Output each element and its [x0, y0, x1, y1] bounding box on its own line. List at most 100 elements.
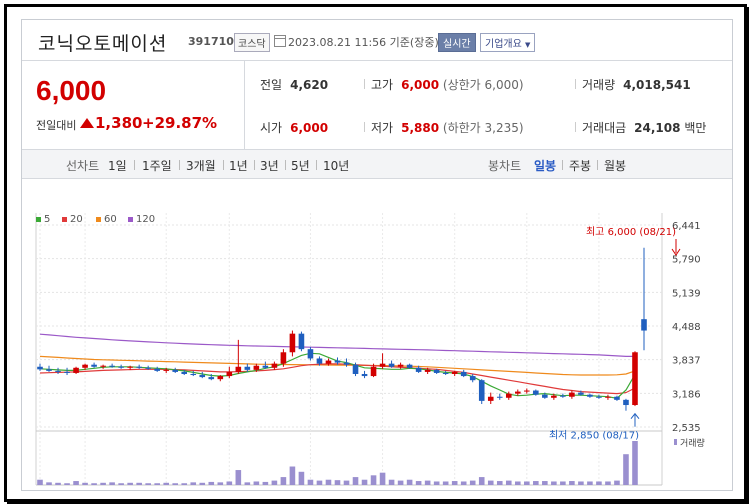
company-overview-dropdown[interactable]: 기업개요 ▼: [480, 33, 536, 52]
company-overview-label: 기업개요: [485, 39, 522, 50]
candle-body: [235, 366, 242, 372]
volume-bar: [325, 479, 332, 485]
candle-body: [433, 369, 440, 373]
volume-bar: [397, 480, 404, 485]
candle-daily[interactable]: 일봉: [534, 157, 556, 174]
candle-body: [298, 333, 305, 350]
up-arrow-icon: [80, 118, 94, 128]
ma120-swatch: [128, 216, 133, 222]
divider: [254, 160, 255, 170]
realtime-button[interactable]: 실시간: [438, 33, 476, 52]
volume-bar: [370, 475, 377, 485]
candle-body: [542, 394, 548, 398]
candle-body: [487, 396, 494, 401]
period-3m[interactable]: 3개월: [186, 157, 216, 174]
legend-ma20[interactable]: 20: [62, 214, 83, 225]
candle-body: [190, 373, 197, 376]
period-5y[interactable]: 5년: [291, 157, 310, 174]
candle-body: [514, 391, 521, 394]
candle-monthly[interactable]: 월봉: [604, 157, 626, 174]
divider: [316, 160, 317, 170]
candle-body: [73, 367, 79, 373]
period-10y[interactable]: 10년: [323, 157, 349, 174]
volume-bar: [478, 477, 485, 485]
volume-bar: [487, 480, 494, 485]
x-tick-label: 07/12: [368, 489, 397, 490]
change-label: 전일대비: [36, 119, 77, 132]
ma60-swatch: [96, 216, 101, 222]
day-low: 저가 5,880 (하한가 3,235): [371, 121, 524, 135]
candle-body: [316, 358, 323, 364]
current-price: 6,000: [36, 75, 107, 106]
volume-bar: [551, 481, 557, 485]
day-high: 고가 6,000 (상한가 6,000): [371, 78, 524, 92]
candle-body: [118, 366, 124, 368]
divider: [575, 79, 576, 89]
volume-bar: [406, 479, 413, 485]
period-1w[interactable]: 1주일: [142, 157, 172, 174]
current-price-box: 6,000 전일대비 1,380 +29.87%: [22, 61, 245, 149]
candle-body: [244, 366, 251, 370]
candle-body: [289, 333, 296, 353]
legend-ma5[interactable]: 5: [36, 214, 50, 225]
candle-body: [46, 369, 52, 371]
volume-bar: [505, 480, 512, 485]
period-1d[interactable]: 1일: [108, 157, 127, 174]
volume-bar: [298, 471, 305, 485]
volume-bar: [46, 482, 52, 485]
period-1y[interactable]: 1년: [229, 157, 248, 174]
candle-body: [262, 365, 269, 368]
calendar-icon: [274, 35, 286, 47]
ma20-line: [39, 363, 636, 395]
candle-body: [623, 399, 629, 406]
volume-bar: [289, 466, 296, 485]
trade-amount: 거래대금 24,108 백만: [582, 121, 707, 135]
candle-body: [524, 390, 530, 392]
y-tick-label: 3,837: [672, 356, 701, 367]
volume-bar: [64, 483, 70, 485]
ma20-swatch: [62, 216, 67, 222]
legend-ma60[interactable]: 60: [96, 214, 117, 225]
stock-widget: 코닉오토메이션 391710 코스닥 2023.08.21 11:56 기준(장…: [21, 19, 733, 500]
volume-bar: [190, 482, 197, 485]
candle-body: [352, 364, 359, 374]
period-3y[interactable]: 3년: [260, 157, 279, 174]
volume-bar: [415, 481, 422, 485]
market-badge: 코스닥: [234, 33, 270, 52]
candle-body: [325, 360, 332, 364]
volume-bar: [542, 481, 548, 485]
volume-bar: [199, 482, 206, 485]
candle-body: [109, 365, 115, 367]
trade-volume: 거래량 4,018,541: [582, 78, 691, 92]
candle-body: [307, 349, 314, 359]
volume-bar: [208, 481, 215, 485]
volume-bar: [533, 481, 539, 485]
volume-bar: [433, 481, 440, 485]
volume-bar: [560, 481, 566, 485]
candle-body: [533, 390, 539, 395]
volume-bar: [82, 482, 88, 485]
ma5-swatch: [36, 216, 41, 222]
candle-body: [596, 396, 602, 398]
divider: [223, 160, 224, 170]
candlestick-chart[interactable]: 6,441 5,790 5,139 4,488 3,837 3,186 2,535 05/25…: [22, 179, 732, 500]
candle-body: [605, 396, 611, 398]
volume-bar: [524, 481, 530, 485]
volume-bar: [596, 481, 602, 485]
chevron-down-icon: ▼: [525, 41, 531, 49]
candle-body: [343, 362, 350, 365]
volume-bar: [37, 479, 43, 485]
volume-bar: [145, 483, 151, 485]
legend-ma120[interactable]: 120: [128, 214, 155, 225]
volume-bar: [163, 482, 170, 485]
price-change-percent: +29.87%: [142, 114, 218, 132]
volume-bar: [91, 483, 97, 485]
candle-body: [578, 392, 584, 395]
candle-body: [388, 363, 395, 367]
screenshot-frame: 코닉오토메이션 391710 코스닥 2023.08.21 11:56 기준(장…: [4, 4, 747, 502]
volume-bar: [496, 481, 503, 485]
x-tick-label: 07/21: [440, 489, 469, 490]
period-selector: 선차트 1일 1주일 3개월 1년 3년 5년 10년 봉차트 일봉 주봉 월봉: [22, 150, 732, 179]
candle-weekly[interactable]: 주봉: [569, 157, 591, 174]
volume-bar: [379, 472, 386, 485]
